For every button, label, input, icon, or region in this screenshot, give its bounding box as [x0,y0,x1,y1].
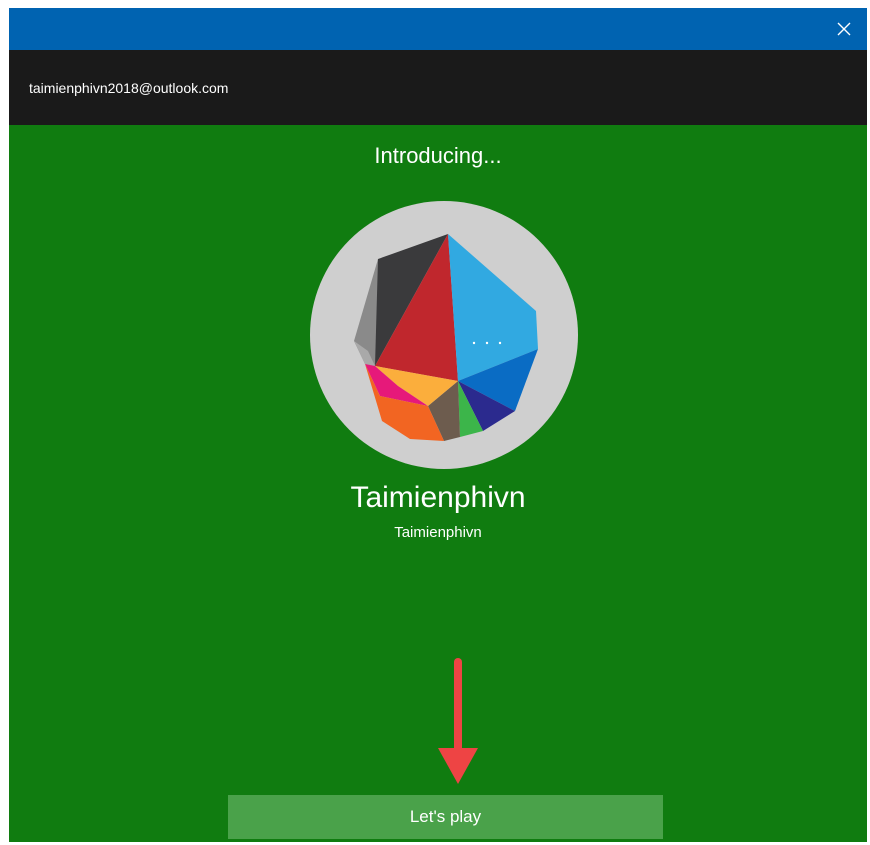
lets-play-button[interactable]: Let's play [228,795,663,839]
close-icon [837,22,851,36]
intro-heading: Introducing... [374,143,502,168]
account-bar: taimienphivn2018@outlook.com [9,50,867,125]
real-name: Taimienphivn [394,524,482,541]
close-button[interactable] [821,8,867,50]
gamerpic-avatar [310,201,578,469]
title-bar [9,8,867,50]
account-email: taimienphivn2018@outlook.com [29,80,229,96]
app-window: taimienphivn2018@outlook.com Introducing… [9,8,867,842]
arrow-down-icon [438,658,478,784]
gamerpic-polygon-icon [354,234,538,441]
gamertag: Taimienphivn [350,481,526,514]
